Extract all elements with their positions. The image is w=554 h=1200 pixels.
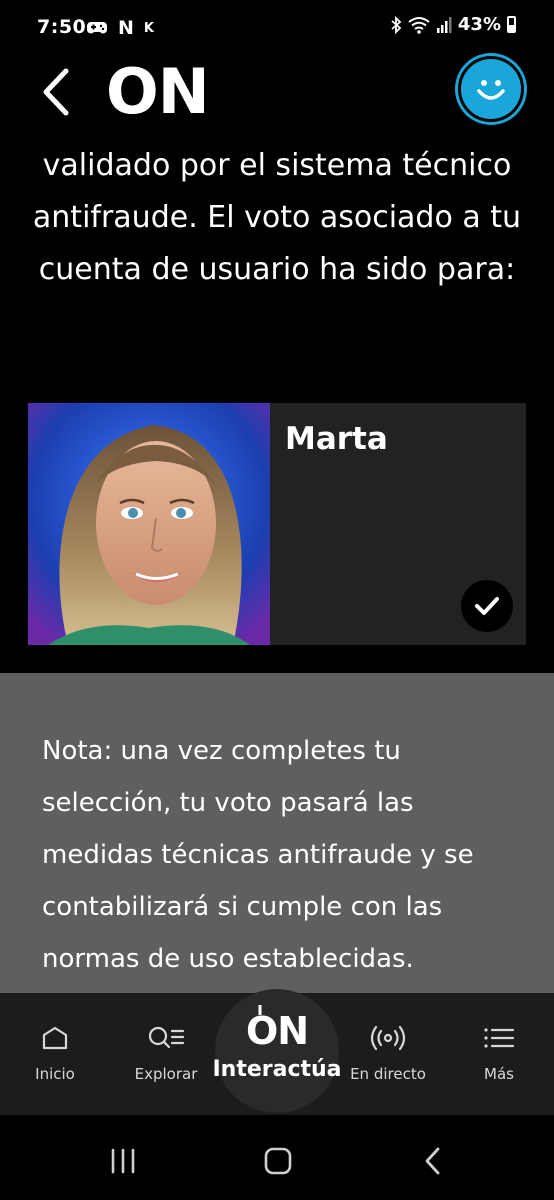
nav-item-mas[interactable]: Más	[444, 1021, 554, 1083]
back-icon	[425, 1147, 440, 1175]
notification-k-icon: K	[143, 20, 154, 36]
nav-item-inicio[interactable]: Inicio	[0, 1021, 110, 1083]
note-panel: Nota: una vez completes tu selección, tu…	[0, 673, 554, 993]
system-navigation-bar	[0, 1115, 554, 1200]
intro-text: Será contabilizado una vez sea validado …	[32, 128, 522, 287]
vote-confirmation-content[interactable]: Será contabilizado una vez sea validado …	[0, 128, 554, 993]
status-bar: 7:50 N K 43%	[0, 0, 554, 56]
app-logo: ON	[106, 55, 210, 128]
on-power-logo-icon: ON	[215, 1005, 339, 1053]
home-icon	[42, 1026, 68, 1050]
checkmark-icon	[475, 597, 499, 615]
nav-item-interactua[interactable]: ON Interactúa	[212, 989, 342, 1113]
status-time: 7:50	[37, 16, 87, 38]
nav-label-mas: Más	[484, 1065, 514, 1083]
battery-percent: 43%	[457, 14, 501, 35]
back-button[interactable]	[30, 62, 80, 122]
recent-apps-button[interactable]	[93, 1143, 153, 1179]
candidate-portrait-image	[28, 403, 270, 645]
system-back-button[interactable]	[403, 1143, 463, 1179]
nav-label-inicio: Inicio	[35, 1065, 75, 1083]
selected-indicator	[461, 580, 513, 632]
nav-item-en-directo[interactable]: En directo	[333, 1021, 443, 1083]
candidate-photo	[28, 403, 270, 645]
profile-button[interactable]	[458, 56, 524, 122]
app-header: ON	[0, 56, 554, 128]
game-controller-icon	[87, 22, 107, 34]
recent-apps-icon	[111, 1148, 135, 1174]
candidate-name: Marta	[285, 421, 388, 457]
broadcast-icon	[370, 1025, 406, 1051]
status-right: 43%	[390, 14, 516, 35]
nav-label-en-directo: En directo	[350, 1065, 426, 1083]
bottom-navigation: Inicio Explorar ON Interactúa En directo…	[0, 989, 554, 1115]
candidate-card[interactable]: Marta	[28, 403, 526, 645]
menu-list-icon	[484, 1028, 515, 1048]
wifi-icon	[408, 16, 430, 34]
home-icon	[264, 1147, 292, 1175]
notification-n-icon: N	[118, 17, 134, 39]
chevron-left-icon	[43, 68, 69, 116]
system-home-button[interactable]	[248, 1143, 308, 1179]
note-text: Nota: una vez completes tu selección, tu…	[42, 736, 474, 974]
notification-icons: N K	[86, 16, 154, 40]
bluetooth-icon	[391, 15, 402, 34]
power-symbol-icon	[258, 1005, 262, 1015]
signal-icon	[436, 16, 452, 33]
smiley-face-icon	[477, 80, 505, 100]
search-list-icon	[148, 1026, 185, 1049]
battery-icon	[507, 16, 516, 33]
